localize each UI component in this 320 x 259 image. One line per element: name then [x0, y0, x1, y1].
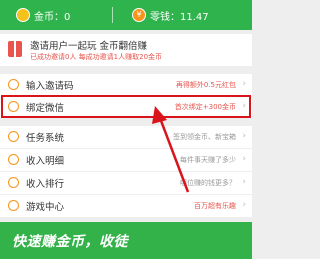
arrow-head — [152, 106, 167, 124]
annotation-arrow — [152, 106, 190, 193]
arrow-shaft — [158, 117, 190, 193]
